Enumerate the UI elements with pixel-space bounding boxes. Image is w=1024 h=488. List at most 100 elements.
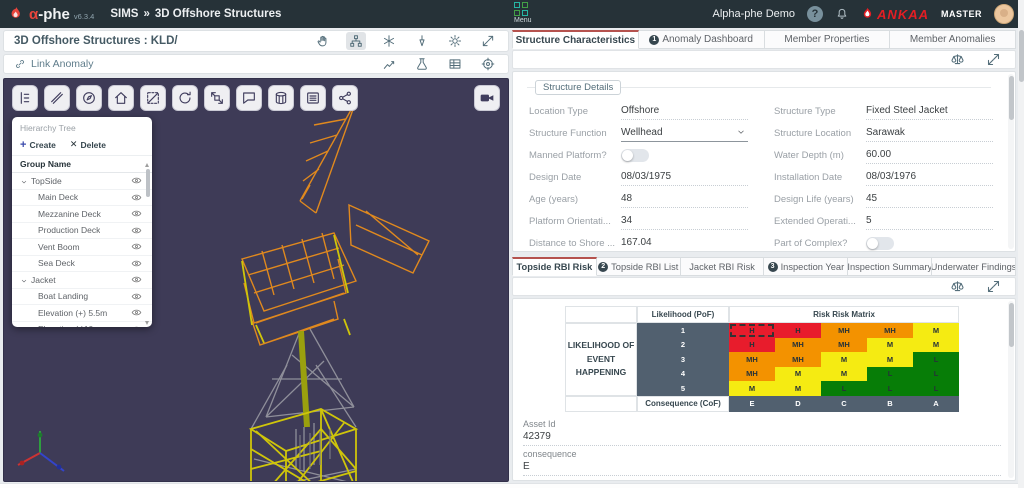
text-input[interactable]: 08/03/1976 xyxy=(866,168,993,186)
chevron-down-icon[interactable] xyxy=(20,275,28,285)
risk-cell-5-C[interactable]: L xyxy=(821,381,867,396)
tab-inspection-summary[interactable]: Inspection Summary xyxy=(848,257,932,276)
transform-button[interactable] xyxy=(204,85,230,111)
tree-item-production-deck[interactable]: Production Deck xyxy=(12,223,152,240)
text-input[interactable]: 167.04 xyxy=(621,234,748,252)
chart-line-button[interactable] xyxy=(379,55,399,73)
risk-cell-2-A[interactable]: M xyxy=(913,338,959,353)
link-anomaly-label[interactable]: Link Anomaly xyxy=(31,58,93,70)
scale-button[interactable] xyxy=(947,278,967,296)
visibility-eye-icon[interactable] xyxy=(131,258,142,269)
flask-button[interactable] xyxy=(412,55,432,73)
visibility-eye-icon[interactable] xyxy=(131,291,142,302)
risk-cell-5-B[interactable]: L xyxy=(867,381,913,396)
risk-cell-1-A[interactable]: M xyxy=(913,323,959,338)
risk-cell-2-B[interactable]: M xyxy=(867,338,913,353)
risk-cell-2-E[interactable]: H xyxy=(729,338,775,353)
risk-cell-4-E[interactable]: MH xyxy=(729,367,775,382)
hierarchy-button[interactable] xyxy=(346,32,366,50)
risk-cell-1-D[interactable]: H xyxy=(775,323,821,338)
tree-item-boat-landing[interactable]: Boat Landing xyxy=(12,289,152,306)
visibility-eye-icon[interactable] xyxy=(131,241,142,252)
plumb-button[interactable] xyxy=(412,32,432,50)
create-button[interactable]: +Create xyxy=(20,140,56,150)
camera-button[interactable] xyxy=(474,85,500,111)
tree-item-elevation-5-5m[interactable]: Elevation (+) 5.5m xyxy=(12,305,152,322)
visibility-eye-icon[interactable] xyxy=(131,225,142,236)
tree-item-mezzanine-deck[interactable]: Mezzanine Deck xyxy=(12,206,152,223)
text-input[interactable]: Fixed Steel Jacket xyxy=(866,102,993,120)
tree-item-vent-boom[interactable]: Vent Boom xyxy=(12,239,152,256)
tab-anomaly-dashboard[interactable]: 1Anomaly Dashboard xyxy=(639,30,765,49)
nodes-button[interactable] xyxy=(332,85,358,111)
menu-button[interactable]: Menu xyxy=(514,2,544,24)
scale-button[interactable] xyxy=(947,51,967,69)
visibility-eye-icon[interactable] xyxy=(131,307,142,318)
risk-field-value[interactable]: 42379 xyxy=(523,429,1001,446)
visibility-eye-icon[interactable] xyxy=(131,175,142,186)
snowflake-button[interactable] xyxy=(379,32,399,50)
bell-icon[interactable] xyxy=(835,5,849,23)
expand-button[interactable] xyxy=(983,51,1003,69)
cylinder-button[interactable] xyxy=(268,85,294,111)
risk-cell-4-D[interactable]: M xyxy=(775,367,821,382)
risk-cell-1-E[interactable]: H xyxy=(729,323,775,338)
hand-button[interactable] xyxy=(313,32,333,50)
risk-cell-5-E[interactable]: M xyxy=(729,381,775,396)
risk-cell-1-B[interactable]: MH xyxy=(867,323,913,338)
risk-cell-4-A[interactable]: L xyxy=(913,367,959,382)
text-input[interactable]: Offshore xyxy=(621,102,748,120)
table-button[interactable] xyxy=(445,55,465,73)
text-input[interactable]: 34 xyxy=(621,212,748,230)
risk-cell-3-C[interactable]: M xyxy=(821,352,867,367)
risk-cell-3-E[interactable]: MH xyxy=(729,352,775,367)
account-label[interactable]: Alpha-phe Demo xyxy=(712,8,795,20)
gear-button[interactable] xyxy=(445,32,465,50)
tree-item-elevation-10m[interactable]: Elevation (-)10m xyxy=(12,322,152,328)
tab-member-properties[interactable]: Member Properties xyxy=(765,30,891,49)
tree-item-main-deck[interactable]: Main Deck xyxy=(12,190,152,207)
visibility-eye-icon[interactable] xyxy=(131,324,142,327)
risk-cell-1-C[interactable]: MH xyxy=(821,323,867,338)
compass-button[interactable] xyxy=(76,85,102,111)
visibility-eye-icon[interactable] xyxy=(131,192,142,203)
tab-inspection-year[interactable]: 3Inspection Year xyxy=(764,257,848,276)
home-button[interactable] xyxy=(108,85,134,111)
risk-scrollbar[interactable] xyxy=(1008,301,1014,478)
toggle-off[interactable] xyxy=(621,149,649,162)
risk-cell-4-B[interactable]: L xyxy=(867,367,913,382)
risk-cell-5-D[interactable]: M xyxy=(775,381,821,396)
tree-item-topside[interactable]: TopSide xyxy=(12,173,152,190)
3d-viewport[interactable]: Hierarchy Tree +Create ✕Delete Group Nam… xyxy=(3,78,509,482)
comment-button[interactable] xyxy=(236,85,262,111)
text-input[interactable]: Sarawak xyxy=(866,124,993,142)
risk-field-value[interactable]: E xyxy=(523,459,1001,476)
list-button[interactable] xyxy=(300,85,326,111)
tab-jacket-rbi-risk[interactable]: Jacket RBI Risk xyxy=(681,257,765,276)
risk-cell-2-D[interactable]: MH xyxy=(775,338,821,353)
tab-topside-rbi-risk[interactable]: Topside RBI Risk xyxy=(512,257,597,276)
delete-button[interactable]: ✕Delete xyxy=(70,139,106,150)
tab-member-anomalies[interactable]: Member Anomalies xyxy=(890,30,1016,49)
visibility-eye-icon[interactable] xyxy=(131,208,142,219)
text-input[interactable]: 45 xyxy=(866,190,993,208)
visibility-eye-icon[interactable] xyxy=(131,274,142,285)
text-input[interactable]: 5 xyxy=(866,212,993,230)
page-scrollbar[interactable] xyxy=(1018,0,1024,488)
text-input[interactable]: 48 xyxy=(621,190,748,208)
tree-item-sea-deck[interactable]: Sea Deck xyxy=(12,256,152,273)
avatar[interactable] xyxy=(994,4,1014,24)
tab-structure-characteristics[interactable]: Structure Characteristics xyxy=(512,30,639,49)
risk-cell-2-C[interactable]: MH xyxy=(821,338,867,353)
tree-scrollbar[interactable] xyxy=(144,163,151,325)
risk-cell-4-C[interactable]: M xyxy=(821,367,867,382)
risk-cell-3-A[interactable]: L xyxy=(913,352,959,367)
rotate-clock-button[interactable] xyxy=(172,85,198,111)
crosshair-button[interactable] xyxy=(478,55,498,73)
section-button[interactable] xyxy=(140,85,166,111)
expand-button[interactable] xyxy=(983,278,1003,296)
tab-topside-rbi-list[interactable]: 2Topside RBI List xyxy=(597,257,681,276)
chevron-down-icon[interactable] xyxy=(20,176,28,186)
text-input[interactable]: 60.00 xyxy=(866,146,993,164)
measure-button[interactable] xyxy=(44,85,70,111)
